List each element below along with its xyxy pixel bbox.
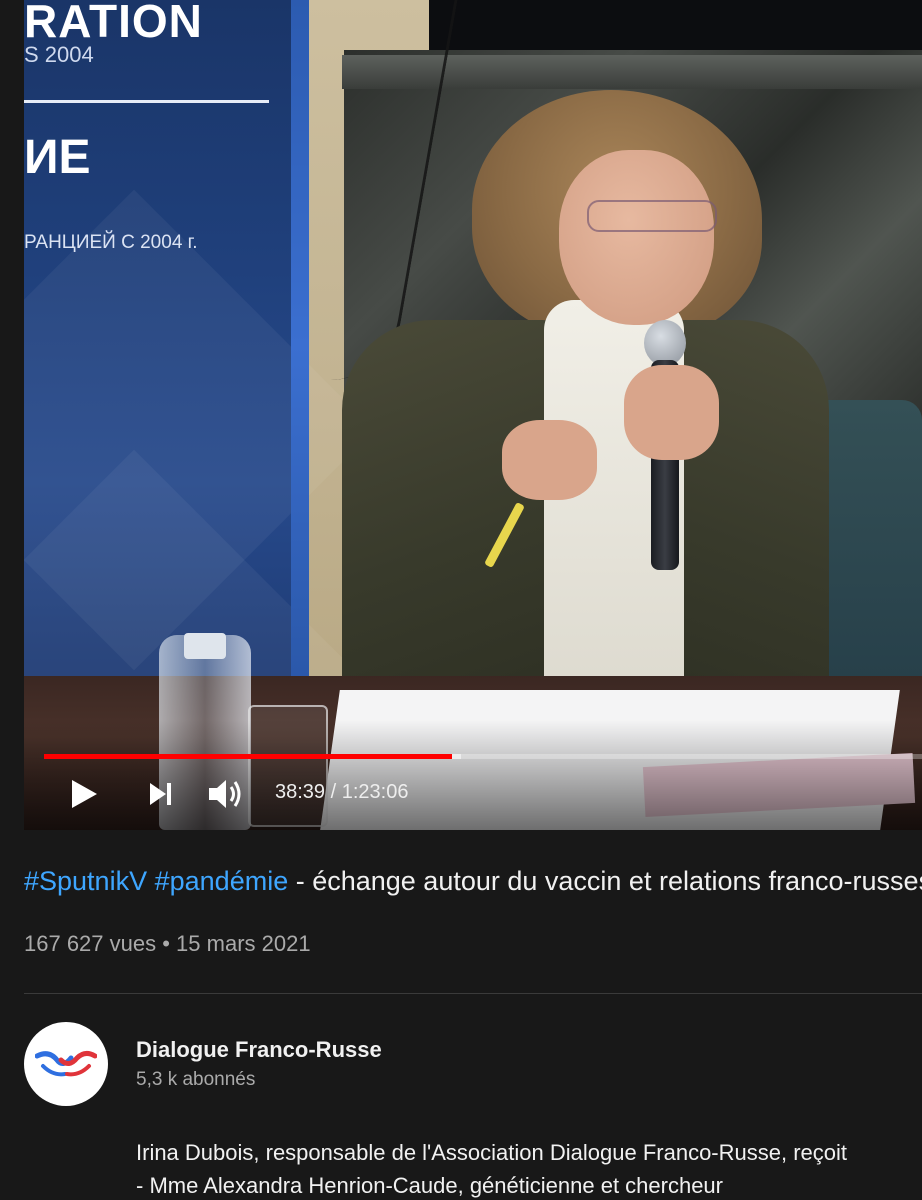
- time-total: 1:23:06: [341, 781, 409, 803]
- channel-name[interactable]: Dialogue Franco-Russe: [136, 1037, 382, 1063]
- time-display: 38:39 / 1:23:06: [275, 781, 408, 804]
- banner-russian-line: РАНЦИЕЙ С 2004 г.: [24, 232, 198, 253]
- speaker-hand: [624, 365, 719, 460]
- volume-icon: [209, 780, 241, 808]
- speaker-face: [559, 150, 714, 325]
- video-title: #SputnikV #pandémie - échange autour du …: [24, 866, 922, 897]
- video-frame[interactable]: RATION S 2004 ИЕ РАНЦИЕЙ С 2004 г.: [24, 0, 922, 830]
- skip-next-icon: [150, 783, 171, 805]
- hashtag-link[interactable]: #pandémie: [155, 866, 289, 896]
- description-line: Irina Dubois, responsable de l'Associati…: [136, 1140, 848, 1165]
- description-line: - Mme Alexandra Henrion-Caude, généticie…: [136, 1173, 723, 1198]
- volume-button[interactable]: [206, 774, 246, 814]
- speaker-glasses: [587, 200, 717, 232]
- banner-stripe: [291, 0, 309, 690]
- progress-bar[interactable]: [44, 754, 922, 759]
- progress-played: [44, 754, 453, 759]
- upload-date: 15 mars 2021: [176, 931, 311, 956]
- meta-separator: •: [156, 931, 177, 956]
- water-bottle-cap: [184, 633, 226, 659]
- video-description[interactable]: Irina Dubois, responsable de l'Associati…: [136, 1136, 922, 1200]
- video-meta: 167 627 vues • 15 mars 2021: [24, 931, 311, 957]
- event-banner: RATION S 2004 ИЕ РАНЦИЕЙ С 2004 г.: [24, 0, 375, 830]
- play-icon: [72, 780, 97, 808]
- video-player[interactable]: RATION S 2004 ИЕ РАНЦИЕЙ С 2004 г. 38:39…: [24, 0, 922, 830]
- play-button[interactable]: [64, 774, 104, 814]
- banner-rule: [24, 100, 269, 103]
- subscriber-count: 5,3 k abonnés: [136, 1069, 256, 1090]
- banner-year: S 2004: [24, 42, 94, 67]
- speaker-hand: [502, 420, 597, 500]
- video-title-text: - échange autour du vaccin et relations …: [288, 866, 922, 896]
- banner-big-text: ИЕ: [24, 131, 91, 184]
- hashtag-link[interactable]: #SputnikV: [24, 866, 147, 896]
- divider: [24, 993, 922, 994]
- banner-word: RATION: [24, 0, 203, 47]
- next-button[interactable]: [140, 774, 180, 814]
- time-current: 38:39: [275, 781, 326, 803]
- channel-avatar[interactable]: [24, 1022, 108, 1106]
- time-separator: /: [325, 781, 342, 803]
- dialogue-franco-russe-logo-icon: [35, 1050, 97, 1077]
- view-count: 167 627 vues: [24, 931, 157, 956]
